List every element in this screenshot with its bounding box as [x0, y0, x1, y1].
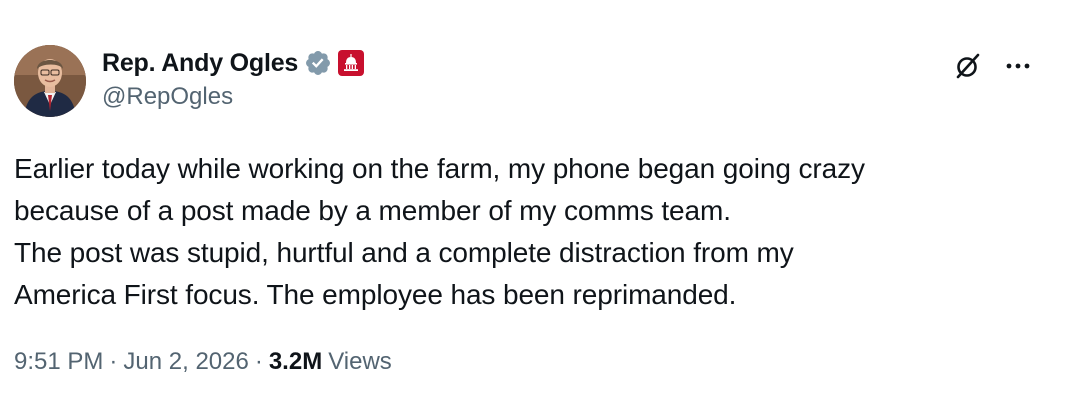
verified-badge-icon[interactable] [304, 49, 332, 77]
us-capitol-badge-icon[interactable] [338, 50, 365, 76]
avatar-portrait [14, 45, 86, 117]
author-handle[interactable]: @RepOgles [102, 83, 233, 111]
tweet-date[interactable]: Jun 2, 2026 [123, 348, 248, 376]
tweet: Rep. Andy Ogles @RepOgles Earlier today … [0, 0, 1076, 408]
tweet-meta: 9:51 PM · Jun 2, 2026 · 3.2M Views [14, 348, 392, 376]
ellipsis-glyph [1006, 63, 1030, 69]
capitol-dome-icon [344, 54, 359, 71]
author-name-row: Rep. Andy Ogles [102, 46, 365, 80]
views-count[interactable]: 3.2M [269, 348, 322, 376]
author-display-name[interactable]: Rep. Andy Ogles [102, 49, 298, 78]
avatar[interactable] [14, 45, 86, 117]
grok-icon[interactable] [950, 48, 986, 84]
tweet-text-line: Earlier today while working on the farm,… [14, 153, 865, 184]
more-options-icon[interactable] [1000, 48, 1036, 84]
tweet-text: Earlier today while working on the farm,… [14, 148, 1054, 316]
meta-separator: · [109, 348, 118, 375]
tweet-text-line: The post was stupid, hurtful and a compl… [14, 237, 794, 268]
meta-separator: · [254, 348, 263, 375]
views-label[interactable]: Views [328, 348, 392, 376]
tweet-text-line: because of a post made by a member of my… [14, 195, 731, 226]
tweet-time[interactable]: 9:51 PM [14, 348, 103, 376]
tweet-text-line: America First focus. The employee has be… [14, 279, 737, 310]
grok-glyph [956, 53, 980, 79]
